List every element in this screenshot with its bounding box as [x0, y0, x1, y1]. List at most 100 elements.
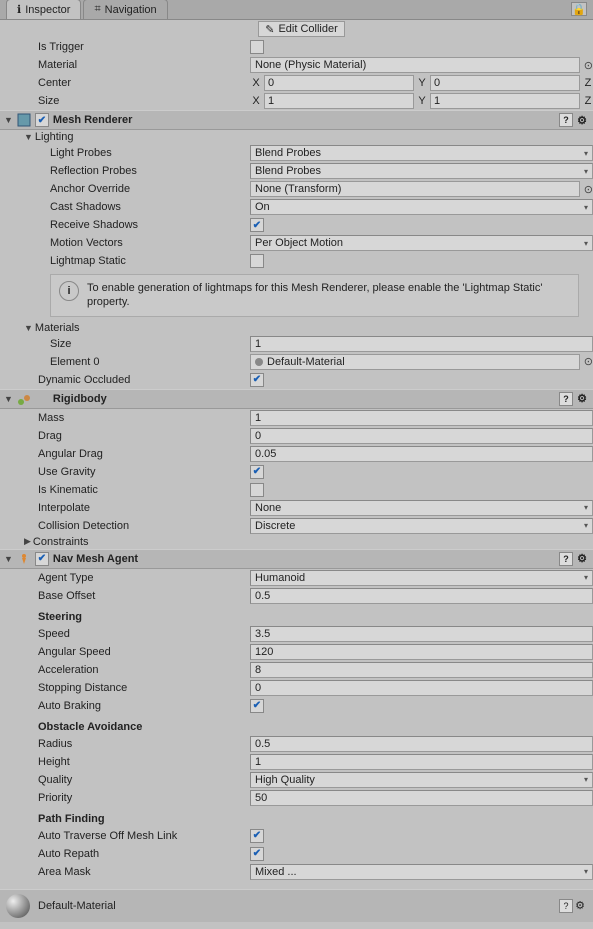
- auto-braking-checkbox[interactable]: [250, 699, 264, 713]
- lock-button[interactable]: 🔒: [571, 2, 587, 16]
- material-label: Material: [38, 59, 250, 71]
- agent-type-label: Agent Type: [38, 572, 250, 584]
- priority-input[interactable]: [250, 790, 593, 806]
- is-trigger-label: Is Trigger: [38, 41, 250, 53]
- auto-braking-label: Auto Braking: [38, 700, 250, 712]
- quality-label: Quality: [38, 774, 250, 786]
- foldout-icon[interactable]: ▼: [4, 115, 13, 125]
- area-mask-dropdown[interactable]: Mixed ...▾: [250, 864, 593, 880]
- reflection-probes-dropdown[interactable]: Blend Probes▾: [250, 163, 593, 179]
- center-y-input[interactable]: [430, 75, 580, 91]
- help-icon[interactable]: ?: [559, 552, 573, 566]
- z-label: Z: [582, 95, 593, 107]
- material-slot[interactable]: None (Physic Material): [250, 57, 580, 73]
- center-label: Center: [38, 77, 250, 89]
- is-kinematic-checkbox[interactable]: [250, 483, 264, 497]
- motion-vectors-dropdown[interactable]: Per Object Motion▾: [250, 235, 593, 251]
- radius-input[interactable]: [250, 736, 593, 752]
- is-trigger-checkbox[interactable]: [250, 40, 264, 54]
- acceleration-input[interactable]: [250, 662, 593, 678]
- mesh-renderer-icon: [17, 113, 31, 127]
- tab-inspector[interactable]: ℹ Inspector: [6, 0, 81, 19]
- height-input[interactable]: [250, 754, 593, 770]
- gear-icon[interactable]: ⚙: [573, 898, 587, 912]
- collision-detection-label: Collision Detection: [38, 520, 250, 532]
- y-label: Y: [416, 95, 428, 107]
- cast-shadows-label: Cast Shadows: [50, 201, 250, 213]
- foldout-icon[interactable]: ▶: [24, 536, 31, 547]
- foldout-icon[interactable]: ▼: [24, 323, 33, 333]
- size-y-input[interactable]: [430, 93, 580, 109]
- steering-group: Steering: [10, 605, 593, 625]
- quality-dropdown[interactable]: High Quality▾: [250, 772, 593, 788]
- gear-icon[interactable]: ⚙: [575, 552, 589, 566]
- material-value: None (Physic Material): [255, 59, 366, 71]
- size-x-input[interactable]: [264, 93, 414, 109]
- materials-size-label: Size: [50, 338, 250, 350]
- reflection-probes-label: Reflection Probes: [50, 165, 250, 177]
- dynamic-occluded-checkbox[interactable]: [250, 373, 264, 387]
- auto-traverse-checkbox[interactable]: [250, 829, 264, 843]
- is-kinematic-label: Is Kinematic: [38, 484, 250, 496]
- anchor-override-slot[interactable]: None (Transform): [250, 181, 580, 197]
- materials-size-input[interactable]: [250, 336, 593, 352]
- info-icon: i: [59, 281, 79, 301]
- navigation-icon: ⌗: [94, 3, 100, 16]
- foldout-icon[interactable]: ▼: [4, 394, 13, 404]
- base-offset-input[interactable]: [250, 588, 593, 604]
- material-dot-icon: [255, 358, 263, 366]
- element0-label: Element 0: [50, 356, 250, 368]
- mass-label: Mass: [38, 412, 250, 424]
- object-picker-icon[interactable]: ⊙: [584, 355, 593, 368]
- foldout-icon[interactable]: ▼: [4, 554, 13, 564]
- use-gravity-checkbox[interactable]: [250, 465, 264, 479]
- use-gravity-label: Use Gravity: [38, 466, 250, 478]
- angular-speed-input[interactable]: [250, 644, 593, 660]
- edit-collider-button[interactable]: ✎ Edit Collider: [258, 21, 345, 37]
- drag-input[interactable]: [250, 428, 593, 444]
- interpolate-dropdown[interactable]: None▾: [250, 500, 593, 516]
- cast-shadows-dropdown[interactable]: On▾: [250, 199, 593, 215]
- radius-label: Radius: [38, 738, 250, 750]
- auto-repath-checkbox[interactable]: [250, 847, 264, 861]
- help-icon[interactable]: ?: [559, 113, 573, 127]
- motion-vectors-label: Motion Vectors: [50, 237, 250, 249]
- agent-type-dropdown[interactable]: Humanoid▾: [250, 570, 593, 586]
- stopping-distance-input[interactable]: [250, 680, 593, 696]
- dynamic-occluded-label: Dynamic Occluded: [38, 374, 250, 386]
- tab-navigation[interactable]: ⌗ Navigation: [83, 0, 167, 19]
- edit-icon: ✎: [265, 23, 274, 36]
- interpolate-label: Interpolate: [38, 502, 250, 514]
- foldout-icon[interactable]: ▼: [24, 132, 33, 142]
- help-icon[interactable]: ?: [559, 392, 573, 406]
- lighting-label: Lighting: [35, 131, 74, 143]
- object-picker-icon[interactable]: ⊙: [584, 183, 593, 196]
- height-label: Height: [38, 756, 250, 768]
- gear-icon[interactable]: ⚙: [575, 392, 589, 406]
- auto-traverse-label: Auto Traverse Off Mesh Link: [38, 830, 250, 842]
- receive-shadows-checkbox[interactable]: [250, 218, 264, 232]
- chevron-down-icon: ▾: [584, 521, 588, 530]
- anchor-override-label: Anchor Override: [50, 183, 250, 195]
- mass-input[interactable]: [250, 410, 593, 426]
- mesh-renderer-title: Mesh Renderer: [53, 114, 132, 126]
- help-icon[interactable]: ?: [559, 899, 573, 913]
- x-label: X: [250, 77, 262, 89]
- lightmap-static-checkbox[interactable]: [250, 254, 264, 268]
- mesh-renderer-enable[interactable]: [35, 113, 49, 127]
- gear-icon[interactable]: ⚙: [575, 113, 589, 127]
- obstacle-group: Obstacle Avoidance: [10, 715, 593, 735]
- collision-detection-dropdown[interactable]: Discrete▾: [250, 518, 593, 534]
- info-icon: ℹ: [17, 3, 21, 16]
- material-preview-icon: [6, 894, 30, 918]
- speed-label: Speed: [38, 628, 250, 640]
- angular-drag-input[interactable]: [250, 446, 593, 462]
- speed-input[interactable]: [250, 626, 593, 642]
- stopping-distance-label: Stopping Distance: [38, 682, 250, 694]
- object-picker-icon[interactable]: ⊙: [584, 59, 593, 72]
- light-probes-dropdown[interactable]: Blend Probes▾: [250, 145, 593, 161]
- nav-agent-enable[interactable]: [35, 552, 49, 566]
- center-x-input[interactable]: [264, 75, 414, 91]
- element0-slot[interactable]: Default-Material: [250, 354, 580, 370]
- y-label: Y: [416, 77, 428, 89]
